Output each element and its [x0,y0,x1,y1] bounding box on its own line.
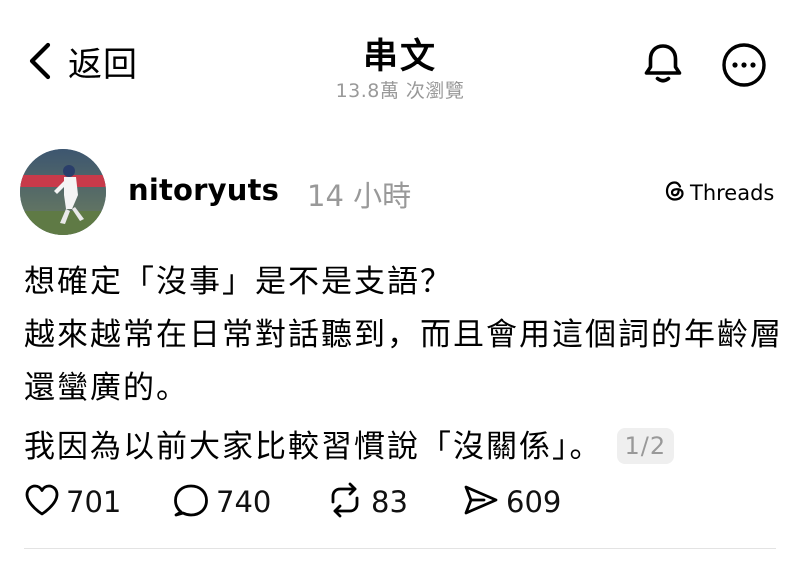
reply-count: 740 [216,485,272,519]
repost-icon [325,482,365,522]
post-time: 14 小時 [307,179,412,213]
bell-icon [640,44,686,90]
threads-logo-icon [664,180,686,206]
threads-label: Threads [690,181,775,205]
username[interactable]: nitoryuts [128,173,279,207]
reply-button[interactable]: 740 [172,480,271,524]
like-count: 701 [66,485,122,519]
heart-icon [24,483,60,521]
repost-count: 83 [371,485,408,519]
notification-bell-button[interactable] [640,40,686,86]
post-body: 想確定「沒事」是不是支語？ 越來越常在日常對話聽到，而且會用這個詞的年齡層還蠻廣… [24,256,784,474]
post-paragraph: 想確定「沒事」是不是支語？ [24,264,453,300]
page-indicator[interactable]: 1/2 [616,427,675,464]
like-button[interactable]: 701 [24,480,121,524]
post-paragraph: 越來越常在日常對話聽到，而且會用這個詞的年齡層還蠻廣的。 [24,317,783,406]
post-paragraph-text: 我因為以前大家比較習慣說「沒關係」。 [24,429,603,465]
repost-button[interactable]: 83 [325,480,408,524]
more-horizontal-icon [720,43,768,93]
post-paragraph: 我因為以前大家比較習慣說「沒關係」。 1/2 [24,421,784,474]
share-count: 609 [506,485,562,519]
share-icon [462,482,500,522]
share-button[interactable]: 609 [462,480,561,524]
more-options-button[interactable] [720,41,768,89]
comment-icon [172,482,210,522]
threads-badge[interactable]: Threads [664,180,774,206]
avatar[interactable] [20,149,106,235]
divider [24,548,776,549]
